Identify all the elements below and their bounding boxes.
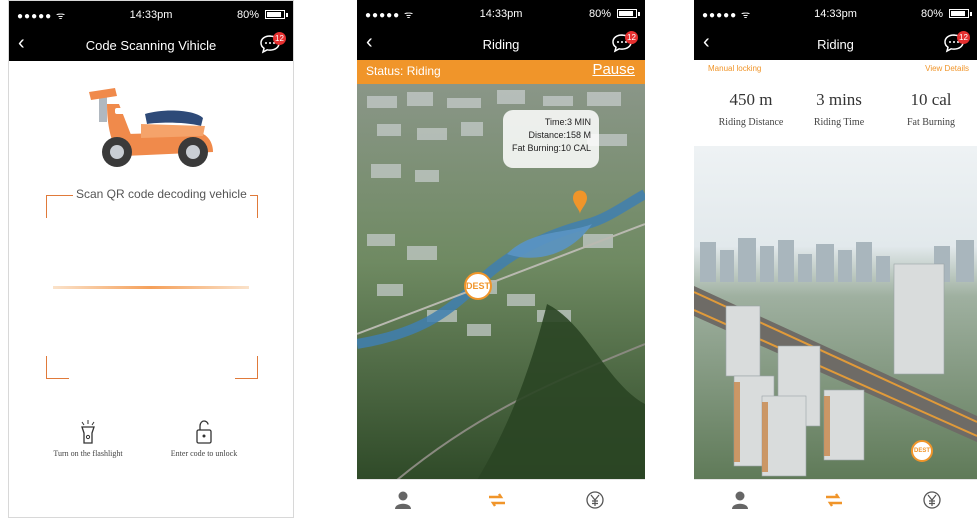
ride-stats: 450 m Riding Distance 3 mins Riding Time… (694, 78, 977, 146)
status-bar: ●●●●● ᯤ 14:33pm 80% (9, 1, 293, 29)
yen-icon[interactable] (922, 490, 942, 510)
ride-info-bubble: Time:3 MIN Distance:158 M Fat Burning:10… (503, 110, 599, 168)
status-bar: ●●●●● ᯤ 14:33pm 80% (357, 0, 645, 28)
scan-instruction: Scan QR code decoding vehicle (73, 187, 250, 201)
nav-bar: ‹ Code Scanning Vihicle 12 (9, 29, 293, 61)
stat-label: Riding Time (813, 117, 865, 128)
battery-icon (949, 9, 972, 18)
page-title: Riding (817, 37, 854, 52)
bubble-fat: Fat Burning:10 CAL (511, 143, 591, 153)
notification-badge: 12 (957, 31, 970, 44)
battery-percent: 80% (920, 8, 943, 20)
manual-locking-button[interactable]: Manual locking (708, 64, 761, 73)
lock-bar: Manual locking View Details (694, 60, 977, 78)
nav-bar: ‹ Riding 12 (357, 28, 645, 60)
battery-percent: 80% (588, 8, 611, 20)
user-icon[interactable] (730, 490, 750, 510)
battery-icon (617, 9, 640, 18)
notification-badge: 12 (625, 31, 638, 44)
stat-value: 10 cal (910, 90, 952, 109)
screen-code-scanning: ●●●●● ᯤ 14:33pm 80% ‹ Code Scanning Vihi… (8, 0, 294, 518)
screen-riding-stats: ●●●●● ᯤ 14:33pm 80% ‹ Riding 12 Manual l… (694, 0, 977, 518)
unlock-icon (196, 420, 212, 444)
page-title: Riding (482, 37, 520, 52)
chat-icon[interactable]: 12 (611, 31, 638, 55)
screen-riding-map: ●●●●● ᯤ 14:33pm 80% ‹ Riding 12 Status: … (357, 0, 645, 518)
ride-icon[interactable] (824, 490, 844, 510)
pause-button[interactable]: Pause (592, 61, 635, 78)
destination-marker[interactable]: DEST (911, 440, 933, 462)
scan-frame-corner (46, 356, 69, 379)
bubble-time: Time:3 MIN (544, 117, 591, 127)
city-view[interactable] (694, 146, 977, 480)
stat-distance: 450 m Riding Distance (704, 90, 798, 128)
riding-status-bar: Status: Riding Pause (357, 60, 645, 84)
stat-fat: 10 cal Fat Burning (884, 90, 977, 128)
user-icon[interactable] (393, 490, 413, 510)
flashlight-button[interactable]: Turn on the flashlight (33, 419, 143, 458)
battery-percent: 80% (236, 9, 259, 21)
destination-marker[interactable]: DEST (464, 272, 492, 300)
chat-icon[interactable]: 12 (943, 31, 970, 55)
scooter-icon (89, 88, 213, 167)
riding-status: Status: Riding (366, 64, 441, 78)
tab-bar (694, 479, 977, 518)
flashlight-icon (81, 420, 95, 444)
enter-code-button[interactable]: Enter code to unlock (149, 419, 259, 458)
aerial-map[interactable] (357, 84, 645, 480)
nav-bar: ‹ Riding 12 (694, 28, 977, 60)
scan-line (53, 286, 249, 289)
page-title: Code Scanning Vihicle (85, 38, 217, 53)
notification-badge: 12 (273, 32, 286, 45)
bubble-distance: Distance:158 M (528, 130, 591, 140)
tab-bar (357, 479, 645, 518)
scan-frame-corner (235, 356, 258, 379)
ride-icon[interactable] (487, 490, 507, 510)
battery-icon (265, 10, 288, 19)
stat-value: 3 mins (816, 90, 862, 109)
view-details-link[interactable]: View Details (925, 64, 969, 73)
scan-frame-corner (46, 195, 69, 218)
stat-time: 3 mins Riding Time (792, 90, 886, 128)
stat-label: Fat Burning (906, 117, 956, 128)
yen-icon[interactable] (585, 490, 605, 510)
stat-label: Riding Distance (718, 117, 784, 128)
status-bar: ●●●●● ᯤ 14:33pm 80% (694, 0, 977, 28)
flashlight-label: Turn on the flashlight (53, 449, 123, 458)
code-label: Enter code to unlock (170, 449, 238, 458)
chat-icon[interactable]: 12 (259, 32, 286, 56)
stat-value: 450 m (729, 90, 773, 109)
